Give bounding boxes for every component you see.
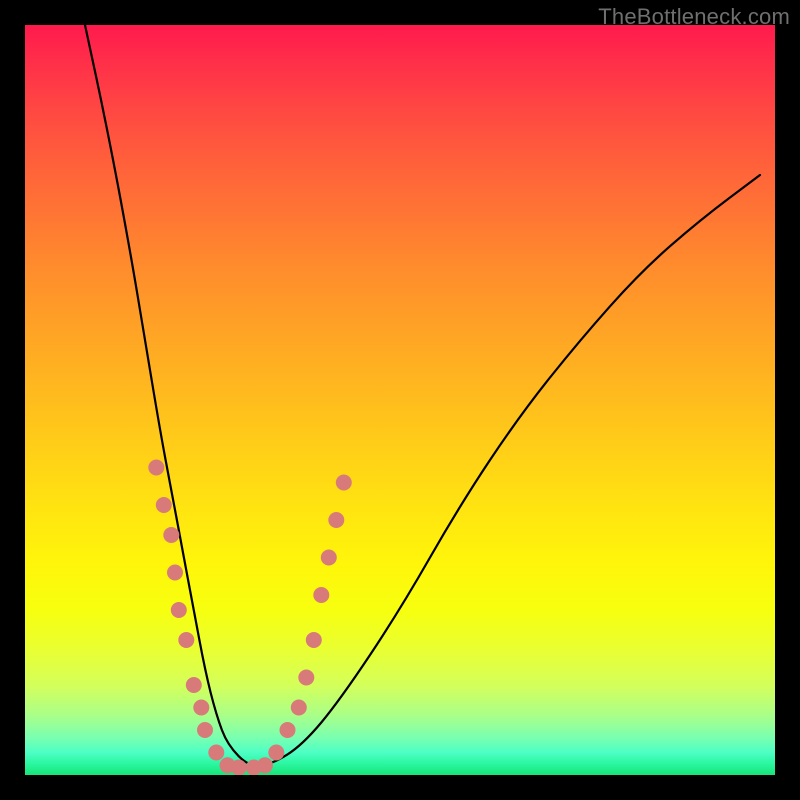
chart-plot-area (25, 25, 775, 775)
sample-point (163, 527, 179, 543)
sample-markers (148, 460, 351, 776)
sample-point (306, 632, 322, 648)
sample-point (268, 745, 284, 761)
sample-point (197, 722, 213, 738)
sample-point (231, 760, 247, 776)
watermark-text: TheBottleneck.com (598, 4, 790, 30)
sample-point (193, 700, 209, 716)
sample-point (298, 670, 314, 686)
sample-point (313, 587, 329, 603)
sample-point (321, 550, 337, 566)
sample-point (257, 757, 273, 773)
sample-point (171, 602, 187, 618)
sample-point (280, 722, 296, 738)
bottleneck-curve-svg (25, 25, 775, 775)
sample-point (178, 632, 194, 648)
sample-point (336, 475, 352, 491)
sample-point (328, 512, 344, 528)
sample-point (148, 460, 164, 476)
sample-point (291, 700, 307, 716)
sample-point (167, 565, 183, 581)
bottleneck-curve (85, 25, 760, 766)
sample-point (156, 497, 172, 513)
sample-point (186, 677, 202, 693)
sample-point (208, 745, 224, 761)
